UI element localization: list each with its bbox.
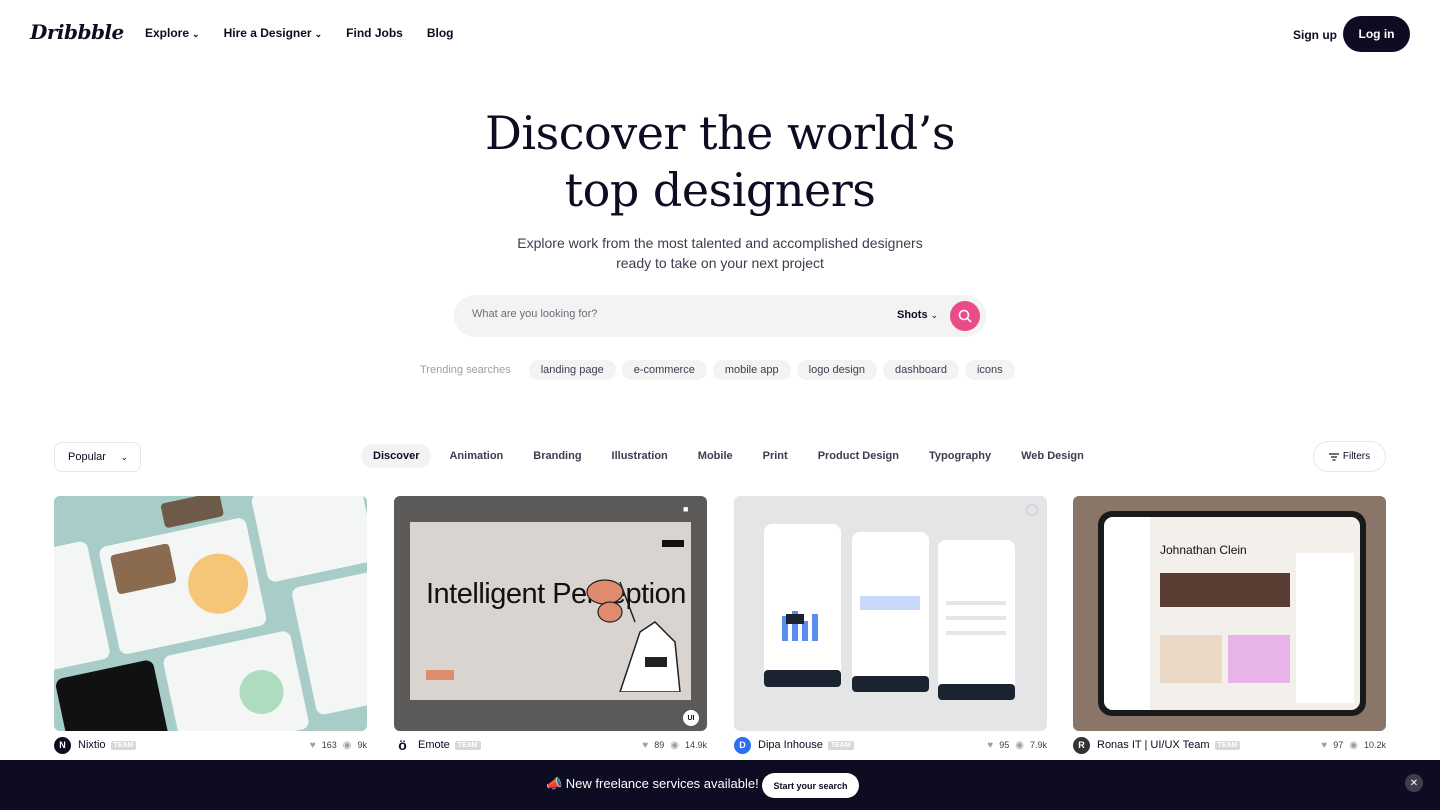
close-icon[interactable]: ✕ [1405,774,1423,792]
nav-find-jobs[interactable]: Find Jobs [346,26,403,40]
chevron-down-icon: ⌄ [930,310,939,320]
eye-icon: ◉ [1015,739,1024,751]
trending-searches: Trending searches landing page e-commerc… [420,359,1015,381]
shot-thumbnail[interactable]: Johnathan Clein [1073,496,1386,731]
like-count: 95 [999,740,1010,750]
like-count: 89 [654,740,665,750]
author-name[interactable]: Emote [418,739,450,751]
shot-thumbnail[interactable]: Intelligent Perception ■ UI [394,496,707,731]
author-name[interactable]: Dipa Inhouse [758,739,823,751]
shot-thumbnail[interactable] [734,496,1047,731]
search-icon [958,309,972,323]
team-badge: TEAM [1214,740,1241,750]
like-count: 97 [1333,740,1344,750]
trending-chip[interactable]: icons [964,360,1015,380]
author-name[interactable]: Ronas IT | UI/UX Team [1097,739,1210,751]
tab-animation[interactable]: Animation [437,444,515,468]
like-count: 163 [321,740,337,750]
butterfly-hand-illustration [586,579,681,692]
trending-label: Trending searches [420,364,511,376]
shot-meta: N Nixtio TEAM ♥ 163 ◉ 9k [54,736,367,754]
video-icon: ■ [683,504,689,514]
shot-meta: D Dipa Inhouse TEAM ♥ 95 ◉ 7.9k [734,736,1047,754]
start-search-button[interactable]: Start your search [762,773,859,798]
tab-web-design[interactable]: Web Design [1009,444,1096,468]
shot-meta: ö Emote TEAM ♥ 89 ◉ 14.9k [394,736,707,754]
promo-text: 📣 New freelance services available! [546,776,759,791]
shot-card[interactable]: D Dipa Inhouse TEAM ♥ 95 ◉ 7.9k [734,496,1047,754]
nav-blog[interactable]: Blog [427,26,454,40]
login-button[interactable]: Log in [1343,16,1410,52]
mobile-app-mockups [764,524,1015,700]
search-type-dropdown[interactable]: Shots ⌄ [897,309,938,321]
avatar[interactable]: D [734,736,751,754]
trending-chip[interactable]: e-commerce [621,360,707,380]
trending-chip[interactable]: logo design [796,360,877,380]
view-count: 10.2k [1363,740,1386,750]
shot-card[interactable]: Intelligent Perception ■ UI ö Emote TEAM… [394,496,707,754]
team-badge: TEAM [110,740,137,750]
nav-links: Explore ⌄ Hire a Designer ⌄ Find Jobs Blog [145,26,454,40]
avatar[interactable]: N [54,736,71,754]
avatar[interactable]: ö [394,736,411,754]
eye-icon: ◉ [342,739,352,751]
shot-card[interactable]: Johnathan Clein R Ronas IT | UI/UX Team … [1073,496,1386,754]
filters-button[interactable]: Filters [1313,441,1386,472]
tab-typography[interactable]: Typography [917,444,1003,468]
heart-icon[interactable]: ♥ [1321,740,1327,751]
filter-icon [1328,452,1339,461]
signup-link[interactable]: Sign up [1293,28,1337,42]
shot-thumbnail[interactable] [54,496,367,731]
view-count: 14.9k [684,740,707,750]
chevron-down-icon: ⌄ [120,451,128,462]
heart-icon[interactable]: ♥ [310,740,316,751]
team-badge: TEAM [454,740,481,750]
hero-title: Discover the world’s top designers [485,106,955,217]
heart-icon[interactable]: ♥ [987,740,993,751]
shot-meta: R Ronas IT | UI/UX Team TEAM ♥ 97 ◉ 10.2k [1073,736,1386,754]
trending-chip[interactable]: mobile app [712,360,791,380]
heart-icon[interactable]: ♥ [642,740,648,751]
dribbble-logo[interactable]: Dribbble [30,20,124,44]
profile-name: Johnathan Clein [1160,543,1247,557]
tab-product-design[interactable]: Product Design [806,444,911,468]
trending-chip[interactable]: landing page [528,360,616,380]
tab-branding[interactable]: Branding [521,444,593,468]
search-button[interactable] [950,301,980,331]
author-name[interactable]: Nixtio [78,739,106,751]
top-nav: Dribbble Explore ⌄ Hire a Designer ⌄ Find … [0,0,1440,68]
nav-explore[interactable]: Explore ⌄ [145,26,200,40]
tab-illustration[interactable]: Illustration [600,444,680,468]
eye-icon: ◉ [670,739,679,751]
gif-icon [1026,504,1038,516]
shot-image [54,496,367,731]
chevron-down-icon: ⌄ [192,29,200,39]
search-input[interactable]: What are you looking for? [472,308,597,320]
brand-badge-icon: UI [683,710,699,726]
view-count: 7.9k [1029,740,1047,750]
shot-card[interactable]: N Nixtio TEAM ♥ 163 ◉ 9k [54,496,367,754]
tab-mobile[interactable]: Mobile [686,444,745,468]
avatar[interactable]: R [1073,736,1090,754]
team-badge: TEAM [827,740,854,750]
chevron-down-icon: ⌄ [314,29,323,39]
sort-dropdown[interactable]: Popular ⌄ [54,442,141,472]
category-tabs: Discover Animation Branding Illustration… [361,444,1102,468]
hero-subtitle: Explore work from the most talented and … [517,235,923,271]
nav-hire-designer[interactable]: Hire a Designer ⌄ [224,26,323,40]
eye-icon: ◉ [1349,739,1358,751]
tab-print[interactable]: Print [751,444,800,468]
view-count: 9k [357,740,367,750]
trending-chip[interactable]: dashboard [882,360,959,380]
tab-discover[interactable]: Discover [361,444,432,468]
